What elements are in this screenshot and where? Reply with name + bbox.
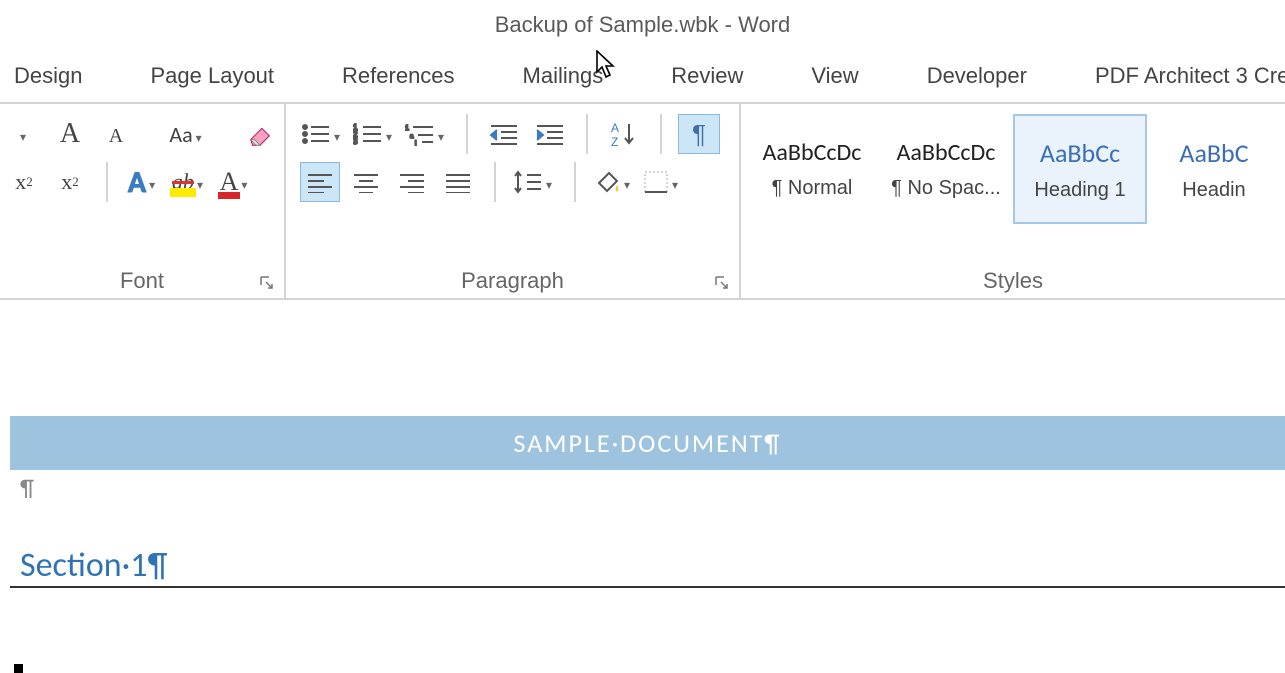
outdent-icon: [489, 122, 519, 146]
align-left-icon: [306, 171, 334, 193]
font-label-text: Font: [120, 268, 164, 293]
style-card-3[interactable]: AaBbC Headin: [1147, 114, 1281, 224]
tab-references[interactable]: References: [342, 63, 455, 89]
ribbon: A A Aa x2 x2: [0, 102, 1285, 300]
svg-text:A: A: [611, 121, 619, 135]
clear-formatting-button[interactable]: [240, 114, 280, 154]
sort-button[interactable]: AZ: [604, 114, 644, 154]
group-paragraph: 123 1ai AZ ¶: [286, 104, 741, 298]
styles-label-text: Styles: [983, 268, 1043, 293]
group-label-paragraph: Paragraph: [290, 262, 735, 298]
bullets-icon: [301, 122, 331, 146]
font-picker-dropdown[interactable]: [4, 114, 44, 154]
style-sample: AaBbCc: [1040, 137, 1120, 169]
font-color-button[interactable]: A: [216, 162, 256, 202]
justify-button[interactable]: [438, 162, 478, 202]
grow-font-button[interactable]: A: [50, 114, 90, 154]
show-marks-button[interactable]: ¶: [678, 114, 720, 154]
bullets-button[interactable]: [300, 114, 346, 154]
align-left-button[interactable]: [300, 162, 340, 202]
align-center-button[interactable]: [346, 162, 386, 202]
justify-icon: [444, 171, 472, 193]
sort-icon: AZ: [609, 120, 639, 148]
svg-text:i: i: [415, 141, 416, 146]
document-area[interactable]: SAMPLE·DOCUMENT¶ ¶ Section·1¶: [0, 300, 1285, 588]
para-label-text: Paragraph: [461, 268, 564, 293]
ribbon-tabs: Design Page Layout References Mailings R…: [0, 50, 1285, 102]
page: SAMPLE·DOCUMENT¶ ¶ Section·1¶: [10, 416, 1285, 588]
svg-text:3: 3: [353, 137, 358, 146]
tab-page-layout[interactable]: Page Layout: [150, 63, 274, 89]
line-spacing-button[interactable]: [512, 162, 558, 202]
section-heading-text: Section·1¶: [20, 545, 167, 586]
style-sample: AaBbCcDc: [897, 138, 996, 167]
svg-text:1: 1: [405, 125, 409, 132]
style-sample: AaBbC: [1179, 137, 1248, 169]
subscript-x: x: [15, 169, 26, 195]
font-dialog-launcher-icon[interactable]: [260, 276, 274, 290]
increase-indent-button[interactable]: [530, 114, 570, 154]
tab-review[interactable]: Review: [671, 63, 743, 89]
svg-text:a: a: [410, 134, 414, 140]
heading-collapse-handle[interactable]: [14, 664, 23, 673]
text-effects-a: A: [128, 164, 146, 201]
font-color-a: A: [220, 167, 239, 197]
tab-view[interactable]: View: [811, 63, 858, 89]
borders-icon: [643, 170, 669, 194]
section-heading[interactable]: Section·1¶: [20, 545, 1285, 588]
numbering-button[interactable]: 123: [352, 114, 398, 154]
style-caption: Heading 1: [1034, 179, 1125, 202]
group-label-styles: Styles: [745, 262, 1281, 298]
group-styles: AaBbCcDc¶ NormalAaBbCcDc¶ No Spac...AaBb…: [741, 104, 1285, 298]
style-caption: Headin: [1182, 179, 1245, 202]
align-right-icon: [398, 171, 426, 193]
indent-icon: [535, 122, 565, 146]
shading-button[interactable]: [592, 162, 636, 202]
multilevel-list-button[interactable]: 1ai: [404, 114, 450, 154]
document-title-text: SAMPLE·DOCUMENT¶: [513, 427, 781, 459]
superscript-x: x: [61, 169, 72, 195]
document-title-block[interactable]: SAMPLE·DOCUMENT¶: [10, 416, 1285, 470]
change-case-label: Aa: [169, 121, 192, 148]
highlight-ab: ab: [172, 169, 194, 195]
numbering-icon: 123: [353, 122, 383, 146]
group-font: A A Aa x2 x2: [0, 104, 286, 298]
style-sample: AaBbCcDc: [763, 138, 862, 167]
style-card-1[interactable]: AaBbCcDc ¶ No Spac...: [879, 114, 1013, 224]
shrink-font-button[interactable]: A: [96, 114, 136, 154]
superscript-button[interactable]: x2: [50, 162, 90, 202]
paragraph-dialog-launcher-icon[interactable]: [715, 276, 729, 290]
style-caption: ¶ No Spac...: [891, 177, 1001, 200]
tab-mailings[interactable]: Mailings: [523, 63, 604, 89]
align-center-icon: [352, 171, 380, 193]
subscript-button[interactable]: x2: [4, 162, 44, 202]
line-spacing-icon: [513, 169, 543, 195]
paragraph-mark: ¶: [20, 474, 1285, 503]
bucket-icon: [593, 169, 621, 195]
style-caption: ¶ Normal: [772, 177, 853, 200]
title-bar: Backup of Sample.wbk - Word: [0, 0, 1285, 50]
eraser-icon: [245, 119, 275, 149]
decrease-indent-button[interactable]: [484, 114, 524, 154]
text-effects-button[interactable]: A: [124, 162, 164, 202]
style-card-0[interactable]: AaBbCcDc ¶ Normal: [745, 114, 879, 224]
change-case-button[interactable]: Aa: [168, 114, 208, 154]
tab-pdf-architect[interactable]: PDF Architect 3 Creator: [1095, 63, 1285, 89]
align-right-button[interactable]: [392, 162, 432, 202]
highlight-button[interactable]: ab: [170, 162, 210, 202]
window-title: Backup of Sample.wbk - Word: [495, 12, 791, 38]
borders-button[interactable]: [642, 162, 684, 202]
group-label-font: Font: [4, 262, 280, 298]
style-card-2[interactable]: AaBbCc Heading 1: [1013, 114, 1147, 224]
svg-text:Z: Z: [611, 135, 618, 148]
tab-developer[interactable]: Developer: [927, 63, 1027, 89]
multilevel-icon: 1ai: [405, 122, 435, 146]
styles-gallery[interactable]: AaBbCcDc¶ NormalAaBbCcDc¶ No Spac...AaBb…: [745, 108, 1281, 224]
tab-design[interactable]: Design: [14, 63, 82, 89]
